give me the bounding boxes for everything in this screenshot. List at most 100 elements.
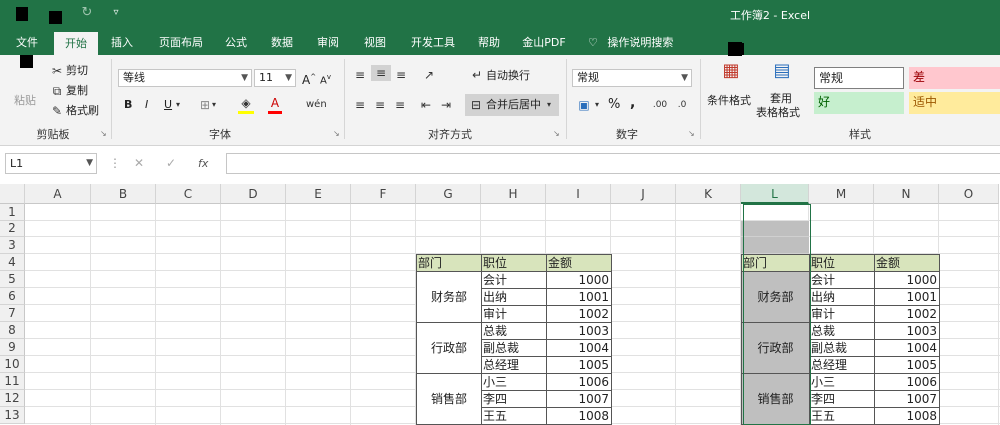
align-center-icon[interactable]: ≡ [372,97,388,113]
phonetic-guide-icon[interactable]: wén [306,97,327,113]
insert-function-button[interactable]: fx [198,156,208,172]
department-cell[interactable]: 行政部 [416,322,482,374]
alignment-launcher-icon[interactable]: ↘ [553,129,560,138]
column-header-h[interactable]: H [481,184,546,204]
column-header-c[interactable]: C [156,184,221,204]
tab-data[interactable]: 数据 [263,30,301,55]
accounting-format-icon[interactable]: ▣ [575,97,593,113]
department-cell[interactable]: 行政部 [741,322,810,374]
decrease-indent-icon[interactable]: ⇤ [418,97,434,113]
borders-icon[interactable]: ⊞ [198,97,212,113]
chevron-down-icon[interactable]: ▾ [176,97,180,113]
amount-cell[interactable]: 1002 [874,305,940,323]
font-name-select[interactable]: 等线 ▼ [118,69,252,87]
row-header-6[interactable]: 6 [0,288,25,305]
position-cell[interactable]: 小三 [809,373,875,391]
paste-icon[interactable] [20,55,33,68]
position-cell[interactable]: 李四 [481,390,547,408]
tab-formulas[interactable]: 公式 [218,30,254,55]
number-launcher-icon[interactable]: ↘ [688,129,695,138]
row-header-11[interactable]: 11 [0,373,25,390]
position-cell[interactable]: 审计 [481,305,547,323]
position-cell[interactable]: 总经理 [809,356,875,374]
department-cell[interactable]: 财务部 [741,271,810,323]
table-left-header[interactable]: 职位 [481,254,547,272]
department-cell[interactable]: 销售部 [741,373,810,425]
position-cell[interactable]: 王五 [809,407,875,425]
number-format-select[interactable]: 常规 ▼ [572,69,692,87]
style-bad[interactable]: 差 [909,67,1000,89]
position-cell[interactable]: 总裁 [809,322,875,340]
position-cell[interactable]: 副总裁 [481,339,547,357]
column-header-k[interactable]: K [676,184,741,204]
gray-fill-cell[interactable] [741,237,809,254]
align-bottom-icon[interactable]: ≡ [393,67,409,83]
position-cell[interactable]: 副总裁 [809,339,875,357]
row-header-3[interactable]: 3 [0,237,25,254]
select-all-corner[interactable] [0,184,25,204]
department-cell[interactable]: 财务部 [416,271,482,323]
column-header-o[interactable]: O [939,184,999,204]
cancel-icon[interactable]: ✕ [132,155,146,171]
column-header-e[interactable]: E [286,184,351,204]
row-header-12[interactable]: 12 [0,390,25,407]
percent-button[interactable]: % [608,97,620,113]
align-right-icon[interactable]: ≡ [392,97,408,113]
tab-help[interactable]: 帮助 [470,30,508,55]
column-header-m[interactable]: M [809,184,874,204]
column-header-d[interactable]: D [221,184,286,204]
position-cell[interactable]: 出纳 [481,288,547,306]
align-left-icon[interactable]: ≡ [352,97,368,113]
italic-button[interactable]: I [145,97,148,113]
gray-fill-cell[interactable] [741,221,809,237]
position-cell[interactable]: 总裁 [481,322,547,340]
paste-button[interactable]: 粘贴 [14,93,36,109]
table-left-header[interactable]: 金额 [546,254,612,272]
comma-button[interactable]: , [630,95,635,111]
tab-developer[interactable]: 开发工具 [402,30,464,55]
amount-cell[interactable]: 1007 [546,390,612,408]
grow-font-button[interactable]: A^ [302,69,316,88]
position-cell[interactable]: 小三 [481,373,547,391]
fill-color-icon[interactable]: ◈ [238,95,254,114]
amount-cell[interactable]: 1005 [874,356,940,374]
row-header-13[interactable]: 13 [0,407,25,424]
table-left-header[interactable]: 部门 [416,254,482,272]
amount-cell[interactable]: 1001 [546,288,612,306]
position-cell[interactable]: 会计 [481,271,547,289]
amount-cell[interactable]: 1004 [546,339,612,357]
amount-cell[interactable]: 1000 [874,271,940,289]
table-right-header[interactable]: 职位 [809,254,875,272]
name-box[interactable]: L1 ▼ [5,153,97,174]
amount-cell[interactable]: 1007 [874,390,940,408]
bold-button[interactable]: B [124,97,132,113]
column-header-f[interactable]: F [351,184,416,204]
copy-button[interactable]: 复制 [66,83,88,99]
font-color-icon[interactable]: A [268,95,282,114]
font-launcher-icon[interactable]: ↘ [333,129,340,138]
column-header-n[interactable]: N [874,184,939,204]
format-painter-button[interactable]: 格式刷 [66,103,99,119]
table-right-header[interactable]: 部门 [741,254,810,272]
enter-icon[interactable]: ✓ [164,155,178,171]
amount-cell[interactable]: 1003 [546,322,612,340]
department-cell[interactable]: 销售部 [416,373,482,425]
font-size-select[interactable]: 11 ▼ [254,69,296,87]
orientation-icon[interactable]: ↗ [420,67,438,83]
style-neutral[interactable]: 适中 [909,92,1000,114]
amount-cell[interactable]: 1003 [874,322,940,340]
position-cell[interactable]: 出纳 [809,288,875,306]
amount-cell[interactable]: 1005 [546,356,612,374]
row-header-8[interactable]: 8 [0,322,25,339]
decrease-decimal-icon[interactable]: .0 [673,97,691,113]
chevron-down-icon[interactable]: ▾ [595,97,599,113]
row-header-2[interactable]: 2 [0,221,25,237]
formula-input[interactable] [226,153,1000,174]
column-header-g[interactable]: G [416,184,481,204]
amount-cell[interactable]: 1006 [546,373,612,391]
align-middle-icon[interactable]: ≡ [371,65,391,81]
table-right-header[interactable]: 金额 [874,254,940,272]
row-header-1[interactable]: 1 [0,204,25,221]
column-header-l[interactable]: L [741,184,809,204]
tab-file[interactable]: 文件 [10,30,44,55]
